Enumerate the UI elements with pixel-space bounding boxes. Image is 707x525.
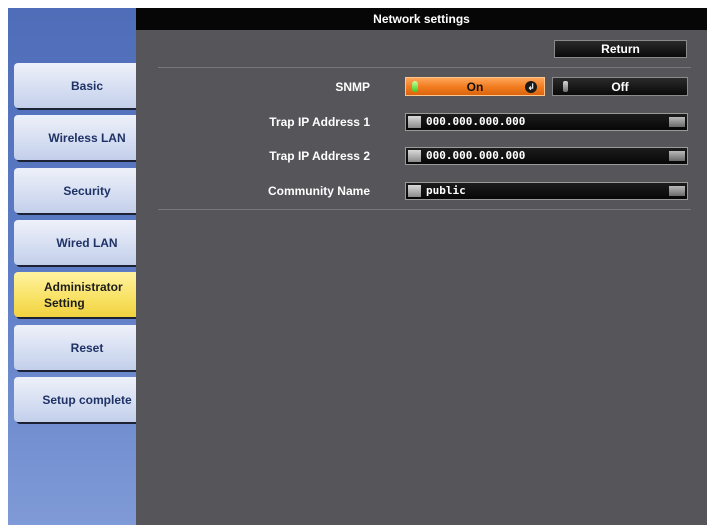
trap-ip-2-value: 000.000.000.000 <box>426 149 526 162</box>
sidebar-item-label: Administrator Setting <box>44 279 123 311</box>
sidebar-item-label: Reset <box>70 340 104 355</box>
trap-ip-1-label: Trap IP Address 1 <box>269 115 370 129</box>
return-button-label: Return <box>601 42 640 56</box>
page-title: Network settings <box>373 12 470 26</box>
sidebar-item-label-line1: Administrator <box>44 279 123 294</box>
snmp-off-button[interactable]: Off <box>552 77 688 96</box>
sidebar-item-label: Setup complete <box>42 392 132 407</box>
snmp-on-button[interactable]: On ↲ <box>405 77 545 96</box>
sidebar-item-label: Security <box>63 183 111 198</box>
settings-panel: Network settings Return SNMP On ↲ Off Tr… <box>136 8 707 525</box>
sidebar-item-label-line2: Setting <box>44 295 85 310</box>
trap-ip-1-value: 000.000.000.000 <box>426 115 526 128</box>
window-title: Network settings <box>136 8 707 30</box>
trap-ip-2-field[interactable]: 000.000.000.000 <box>405 147 688 165</box>
divider <box>158 67 691 68</box>
trap-ip-1-field[interactable]: 000.000.000.000 <box>405 113 688 131</box>
sidebar-item-label: Basic <box>70 78 104 93</box>
enter-icon: ↲ <box>525 81 537 93</box>
sidebar-item-label: Wireless LAN <box>48 130 126 145</box>
snmp-on-label: On <box>466 80 484 94</box>
community-name-label: Community Name <box>267 184 370 198</box>
return-button[interactable]: Return <box>554 40 687 58</box>
divider <box>158 209 691 210</box>
community-name-value: public <box>426 184 466 197</box>
sidebar-item-label: Wired LAN <box>56 235 118 250</box>
community-name-field[interactable]: public <box>405 182 688 200</box>
sidebar: Basic Wireless LAN Security Wired LAN Ad… <box>8 8 162 525</box>
snmp-off-label: Off <box>611 80 629 94</box>
trap-ip-2-label: Trap IP Address 2 <box>269 149 370 163</box>
snmp-label: SNMP <box>335 80 370 94</box>
